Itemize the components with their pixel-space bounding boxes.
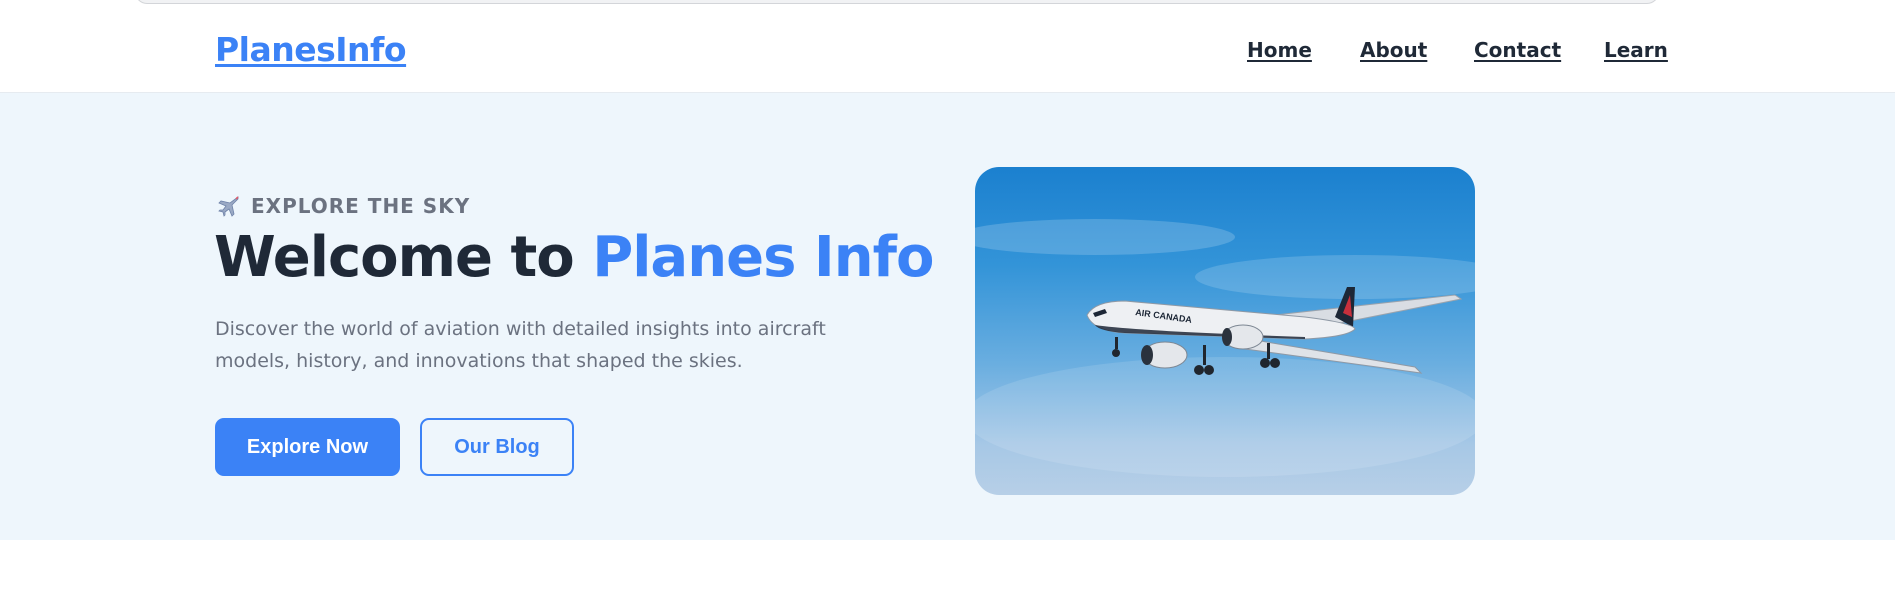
nav-link-home[interactable]: Home xyxy=(1247,38,1312,62)
site-header: PlanesInfo Home About Contact Learn xyxy=(0,6,1895,93)
main-nav: Home About Contact Learn xyxy=(0,38,1895,68)
browser-bar-edge xyxy=(135,0,1659,4)
hero-eyebrow: EXPLORE THE SKY xyxy=(217,194,470,218)
explore-now-button[interactable]: Explore Now xyxy=(215,418,400,476)
our-blog-button[interactable]: Our Blog xyxy=(420,418,574,476)
hero-title-accent: Planes Info xyxy=(592,225,934,290)
hero-title-prefix: Welcome to xyxy=(214,225,593,290)
eyebrow-text: EXPLORE THE SKY xyxy=(251,194,471,218)
nav-link-learn[interactable]: Learn xyxy=(1604,38,1668,62)
hero-section: EXPLORE THE SKY Welcome to Planes Info D… xyxy=(0,93,1895,540)
hero-description: Discover the world of aviation with deta… xyxy=(215,318,826,372)
nav-link-about[interactable]: About xyxy=(1360,38,1427,62)
hero-airplane-image: AIR CANADA xyxy=(975,167,1475,495)
airplane-icon xyxy=(217,194,241,218)
nav-link-contact[interactable]: Contact xyxy=(1474,38,1561,62)
hero-title: Welcome to Planes Info xyxy=(214,225,934,290)
